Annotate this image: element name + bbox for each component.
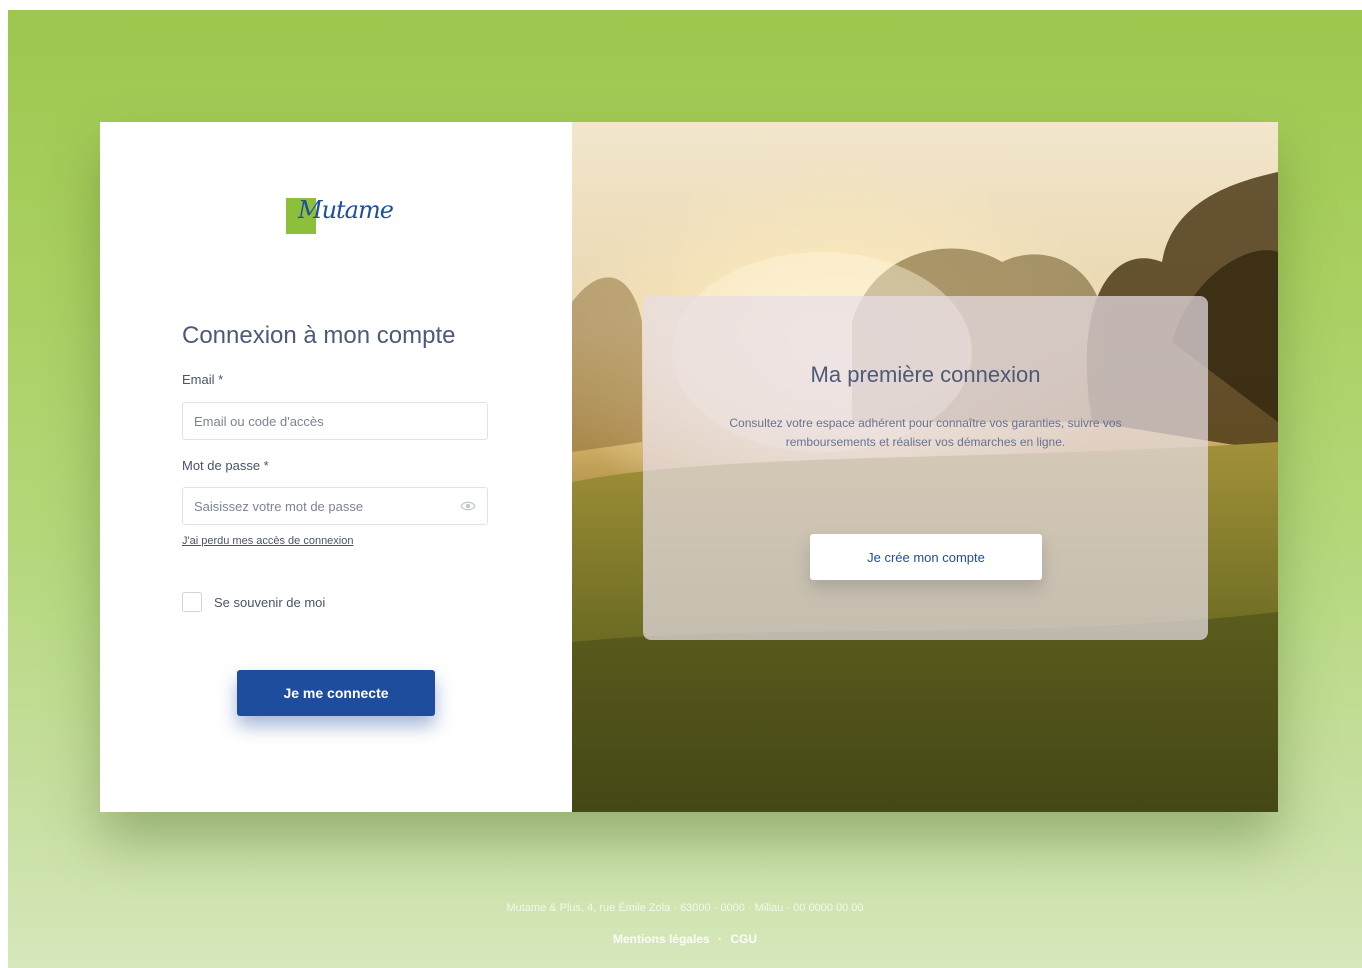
login-title: Connexion à mon compte — [182, 322, 456, 349]
footer-address: Mutame & Plus, 4, rue Émile Zola · 63000… — [506, 902, 864, 914]
first-login-box: Ma première connexion Consultez votre es… — [643, 296, 1208, 640]
show-password-eye-icon[interactable] — [460, 501, 476, 511]
email-label: Email * — [182, 372, 224, 387]
footer-separator: · — [718, 932, 723, 946]
first-login-title: Ma première connexion — [810, 362, 1041, 387]
email-input[interactable] — [182, 402, 488, 440]
password-label: Mot de passe * — [182, 458, 269, 473]
remember-me-label: Se souvenir de moi — [214, 595, 326, 610]
login-panel: Mutame Connexion à mon compte Email * Mo… — [100, 122, 572, 812]
cgu-link[interactable]: CGU — [730, 932, 757, 946]
first-login-description: Consultez votre espace adhérent pour con… — [729, 416, 1122, 449]
remember-me-checkbox[interactable] — [182, 592, 202, 612]
password-input[interactable] — [182, 487, 488, 525]
create-account-button[interactable]: Je crée mon compte — [810, 534, 1042, 580]
footer-links: Mentions légales · CGU — [8, 932, 1362, 946]
login-card: Mutame Connexion à mon compte Email * Mo… — [100, 122, 1278, 812]
logo-wordmark: Mutame — [298, 196, 394, 224]
forgot-access-link[interactable]: J'ai perdu mes accès de connexion — [182, 535, 353, 547]
page-background: Mutame Connexion à mon compte Email * Mo… — [8, 10, 1362, 968]
legal-notice-link[interactable]: Mentions légales — [613, 932, 710, 946]
brand-logo: Mutame — [278, 190, 398, 242]
hero-panel: Ma première connexion Consultez votre es… — [572, 122, 1278, 812]
login-button[interactable]: Je me connecte — [237, 670, 435, 716]
